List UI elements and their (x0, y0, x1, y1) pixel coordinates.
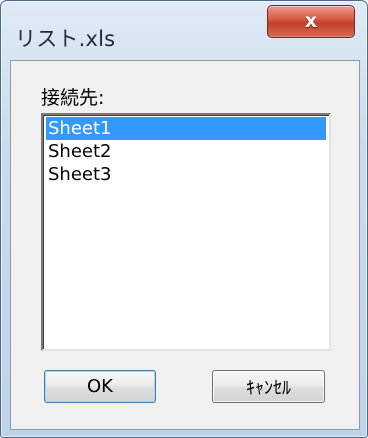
list-item[interactable]: Sheet1 (46, 117, 326, 140)
close-icon: x (304, 10, 318, 32)
list-item[interactable]: Sheet2 (46, 140, 326, 163)
dialog-client-area: 接続先: Sheet1 Sheet2 Sheet3 OK ｷｬﾝｾﾙ (10, 60, 360, 430)
cancel-button[interactable]: ｷｬﾝｾﾙ (212, 370, 325, 403)
dialog-window: リスト.xls x 接続先: Sheet1 Sheet2 Sheet3 OK ｷ… (0, 0, 368, 438)
list-item[interactable]: Sheet3 (46, 163, 326, 186)
ok-button[interactable]: OK (44, 370, 156, 403)
close-button[interactable]: x (267, 5, 355, 38)
connect-to-label: 接続先: (41, 87, 105, 109)
sheet-listbox[interactable]: Sheet1 Sheet2 Sheet3 (41, 113, 331, 351)
window-title: リスト.xls (15, 27, 116, 51)
